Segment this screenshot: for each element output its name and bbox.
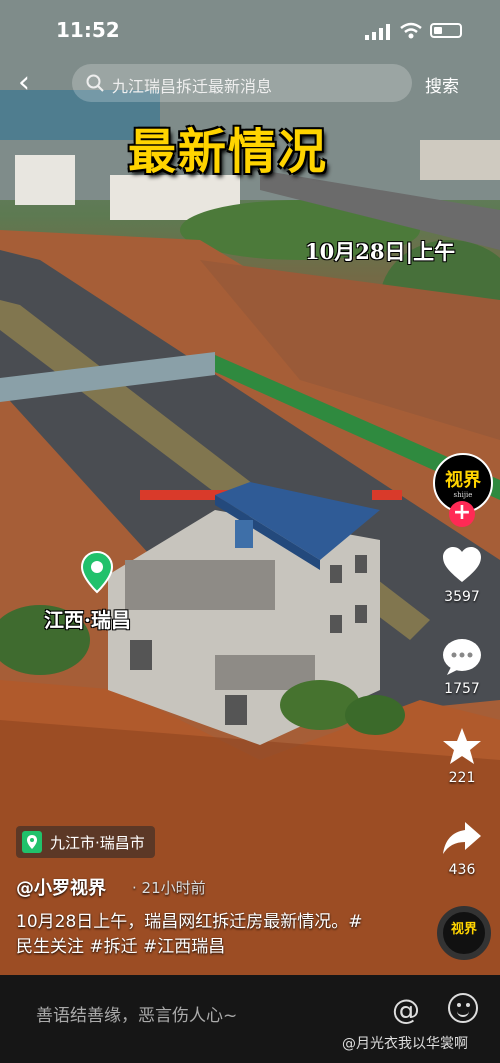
post-time: · 21小时前 xyxy=(132,879,206,897)
follow-button[interactable]: + xyxy=(449,501,475,527)
heart-icon xyxy=(443,547,481,582)
search-input[interactable]: 九江瑞昌拆迁最新消息 xyxy=(72,64,412,102)
at-icon[interactable]: @ xyxy=(392,993,420,1026)
search-query: 九江瑞昌拆迁最新消息 xyxy=(112,77,273,96)
search-button[interactable]: 搜索 xyxy=(425,72,459,97)
like-button[interactable]: 3597 xyxy=(420,545,500,605)
watermark: @月光衣我以华裳啊 xyxy=(342,1036,468,1052)
status-bar: 11:52 xyxy=(0,0,500,62)
emoji-icon[interactable] xyxy=(448,993,478,1023)
avatar-subtext: shijie xyxy=(453,491,473,499)
share-button[interactable]: 436 xyxy=(420,818,500,878)
location-pin-icon xyxy=(80,550,114,594)
favorite-button[interactable]: 221 xyxy=(420,726,500,786)
comment-button[interactable]: 1757 xyxy=(420,637,500,697)
share-count: 436 xyxy=(448,862,476,878)
share-icon xyxy=(443,822,481,854)
comment-bar: 善语结善缘，恶言伤人心~ @ @月光衣我以华裳啊 xyxy=(0,975,500,1063)
post-description[interactable]: 10月28日上午，瑞昌网红拆迁房最新情况。#民生关注 #拆迁 #江西瑞昌 xyxy=(16,910,366,960)
like-count: 3597 xyxy=(444,589,480,605)
wifi-icon xyxy=(400,22,422,39)
video-date-caption: 10月28日|上午 xyxy=(305,239,456,264)
back-icon[interactable]: ‹ xyxy=(18,68,46,100)
video-place-caption: 江西·瑞昌 xyxy=(44,608,131,632)
location-tag[interactable]: 九江市·瑞昌市 xyxy=(16,826,155,858)
favorite-count: 221 xyxy=(448,770,476,786)
location-text: 九江市·瑞昌市 xyxy=(50,833,145,852)
comment-count: 1757 xyxy=(444,681,480,697)
avatar-text: 视界 xyxy=(445,470,481,491)
comment-input[interactable]: 善语结善缘，恶言伤人心~ xyxy=(36,1001,237,1026)
battery-icon xyxy=(430,23,462,38)
signal-icon xyxy=(365,24,390,40)
video-headline: 最新情况 xyxy=(128,124,329,180)
music-disc[interactable]: 视界 xyxy=(437,906,491,960)
author-name[interactable]: @小罗视界 xyxy=(16,874,106,900)
clock: 11:52 xyxy=(56,18,120,42)
star-icon xyxy=(443,728,481,764)
comment-icon xyxy=(443,639,481,675)
location-pin-icon xyxy=(22,831,42,853)
search-icon xyxy=(86,74,104,92)
